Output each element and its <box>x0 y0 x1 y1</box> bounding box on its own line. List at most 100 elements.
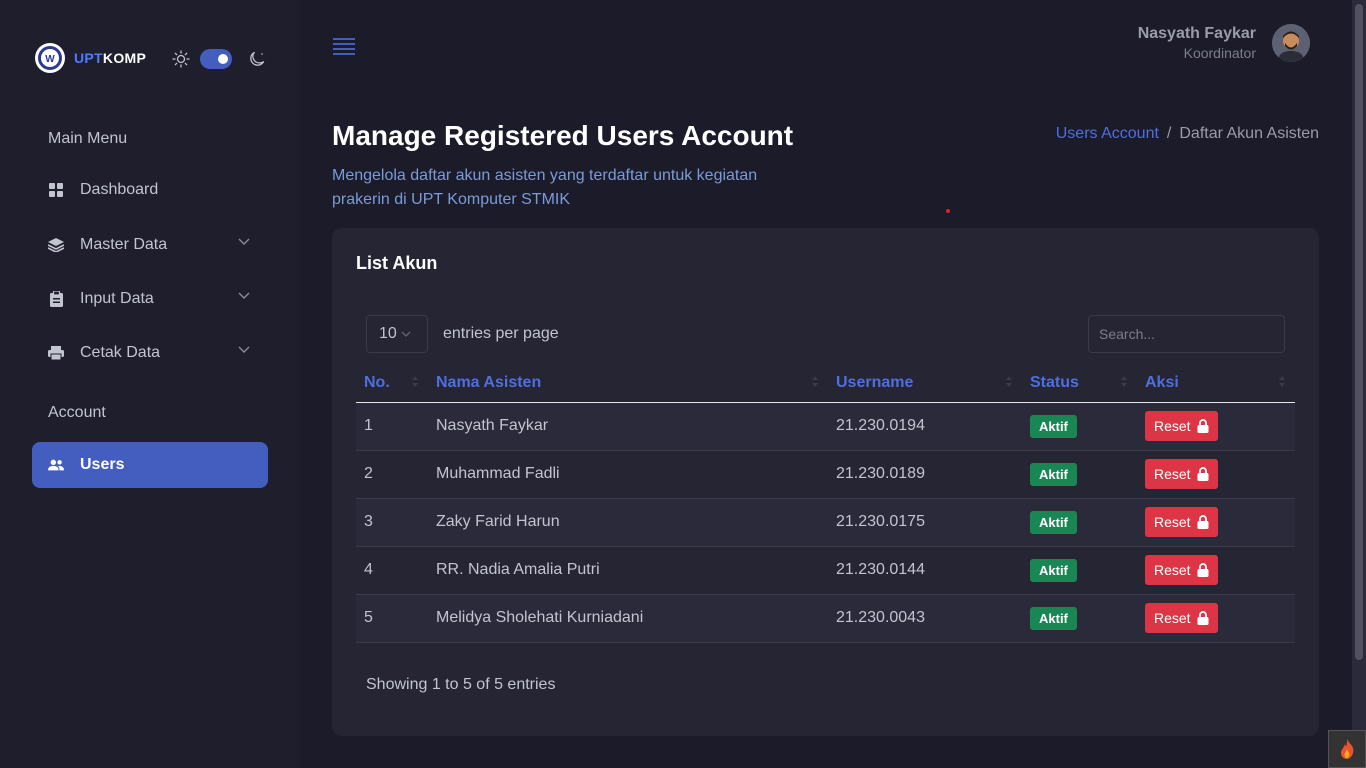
lock-icon <box>1197 515 1209 529</box>
breadcrumb-separator: / <box>1166 125 1172 142</box>
cell-username: 21.230.0175 <box>828 498 1022 547</box>
breadcrumb-current: Daftar Akun Asisten <box>1179 125 1319 142</box>
reset-button[interactable]: Reset <box>1145 603 1218 633</box>
table-header-row: No. Nama Asisten Username Status Aksi <box>356 364 1295 403</box>
column-header-status[interactable]: Status <box>1022 364 1137 403</box>
users-icon <box>48 457 64 473</box>
reset-label: Reset <box>1154 466 1191 482</box>
debug-toolbar-button[interactable] <box>1328 730 1366 768</box>
moon-icon <box>250 51 265 66</box>
cell-name: RR. Nadia Amalia Putri <box>428 546 828 595</box>
entries-control: 10 entries per page <box>366 315 559 353</box>
chevron-down-icon <box>238 292 250 299</box>
reset-button[interactable]: Reset <box>1145 555 1218 585</box>
reset-label: Reset <box>1154 562 1191 578</box>
table-row: 1 Nasyath Faykar 21.230.0194 Aktif Reset <box>356 402 1295 451</box>
sidebar-item-input-data[interactable]: Input Data <box>32 276 268 322</box>
lock-icon <box>1197 611 1209 625</box>
brand-accent: UPT <box>74 50 103 66</box>
reset-label: Reset <box>1154 610 1191 626</box>
main-content: Nasyath Faykar Koordinator Manage Regist… <box>300 0 1352 768</box>
cell-name: Zaky Farid Harun <box>428 498 828 547</box>
chevron-down-icon <box>238 238 250 245</box>
cell-action: Reset <box>1137 546 1295 595</box>
main-menu-title: Main Menu <box>48 130 128 147</box>
column-header-username[interactable]: Username <box>828 364 1022 403</box>
table-row: 4 RR. Nadia Amalia Putri 21.230.0144 Akt… <box>356 546 1295 595</box>
svg-text:W: W <box>45 54 55 65</box>
reset-button[interactable]: Reset <box>1145 507 1218 537</box>
sidebar-item-label: Users <box>80 456 125 473</box>
reset-button[interactable]: Reset <box>1145 459 1218 489</box>
avatar[interactable] <box>1272 24 1310 62</box>
user-menu[interactable]: Nasyath Faykar Koordinator <box>1138 24 1310 62</box>
flame-icon <box>1341 739 1354 759</box>
brand-logo[interactable]: W UPTKOMP <box>34 42 146 74</box>
reset-label: Reset <box>1154 418 1191 434</box>
cell-action: Reset <box>1137 594 1295 643</box>
cell-username: 21.230.0144 <box>828 546 1022 595</box>
search-input[interactable] <box>1088 315 1285 353</box>
page-title: Manage Registered Users Account <box>332 120 794 151</box>
logo-emblem-icon: W <box>35 43 65 73</box>
chevron-down-icon <box>401 331 411 337</box>
table-info: Showing 1 to 5 of 5 entries <box>366 676 556 693</box>
sidebar-item-users[interactable]: Users <box>32 442 268 488</box>
reset-label: Reset <box>1154 514 1191 530</box>
brand-rest: KOMP <box>102 50 147 66</box>
cell-name: Melidya Sholehati Kurniadani <box>428 594 828 643</box>
card-title: List Akun <box>356 253 438 273</box>
grid-icon <box>48 182 64 198</box>
status-badge: Aktif <box>1030 462 1077 486</box>
cell-status: Aktif <box>1022 546 1137 595</box>
column-header-action[interactable]: Aksi <box>1137 364 1295 403</box>
column-header-no[interactable]: No. <box>356 364 428 403</box>
breadcrumb-link-users-account[interactable]: Users Account <box>1056 125 1159 143</box>
status-badge: Aktif <box>1030 414 1077 438</box>
dark-mode-switch[interactable] <box>200 49 232 69</box>
cell-action: Reset <box>1137 450 1295 499</box>
entries-per-page-select[interactable]: 10 <box>366 315 428 353</box>
cell-username: 21.230.0189 <box>828 450 1022 499</box>
cell-no: 3 <box>356 498 428 547</box>
cell-status: Aktif <box>1022 402 1137 451</box>
column-header-name[interactable]: Nama Asisten <box>428 364 828 403</box>
cell-status: Aktif <box>1022 498 1137 547</box>
entries-value: 10 <box>379 325 397 342</box>
cell-name: Muhammad Fadli <box>428 450 828 499</box>
hamburger-icon[interactable] <box>333 37 355 57</box>
users-table: No. Nama Asisten Username Status Aksi 1 … <box>356 364 1295 643</box>
page-scrollbar[interactable] <box>1352 0 1366 768</box>
reset-button[interactable]: Reset <box>1145 411 1218 441</box>
account-title: Account <box>48 404 106 421</box>
layers-icon <box>48 237 64 253</box>
status-badge: Aktif <box>1030 558 1077 582</box>
sidebar-item-label: Input Data <box>80 290 154 307</box>
entries-label: entries per page <box>443 325 559 342</box>
cell-username: 21.230.0043 <box>828 594 1022 643</box>
status-badge: Aktif <box>1030 510 1077 534</box>
table-row: 5 Melidya Sholehati Kurniadani 21.230.00… <box>356 594 1295 643</box>
cell-no: 2 <box>356 450 428 499</box>
brand-name: UPTKOMP <box>74 50 146 66</box>
lock-icon <box>1197 467 1209 481</box>
user-role: Koordinator <box>1183 45 1256 61</box>
status-badge: Aktif <box>1030 606 1077 630</box>
cell-no: 1 <box>356 402 428 451</box>
switch-knob <box>218 54 228 64</box>
sun-icon <box>172 50 190 68</box>
chevron-down-icon <box>238 346 250 353</box>
sidebar: W UPTKOMP Main Menu Dashboard Master Dat… <box>0 0 300 768</box>
sidebar-item-master-data[interactable]: Master Data <box>32 222 268 268</box>
sidebar-item-label: Dashboard <box>80 181 159 198</box>
user-info: Nasyath Faykar Koordinator <box>1138 25 1256 61</box>
cell-status: Aktif <box>1022 594 1137 643</box>
scrollbar-thumb[interactable] <box>1355 4 1363 660</box>
user-name: Nasyath Faykar <box>1137 25 1256 42</box>
sidebar-item-dashboard[interactable]: Dashboard <box>32 167 268 213</box>
user-list-card: List Akun 10 entries per page No. Nama A… <box>332 228 1319 736</box>
cell-no: 4 <box>356 546 428 595</box>
breadcrumb: Users Account / Daftar Akun Asisten <box>1056 125 1319 143</box>
sidebar-item-label: Cetak Data <box>80 344 161 361</box>
sidebar-item-cetak-data[interactable]: Cetak Data <box>32 330 268 376</box>
